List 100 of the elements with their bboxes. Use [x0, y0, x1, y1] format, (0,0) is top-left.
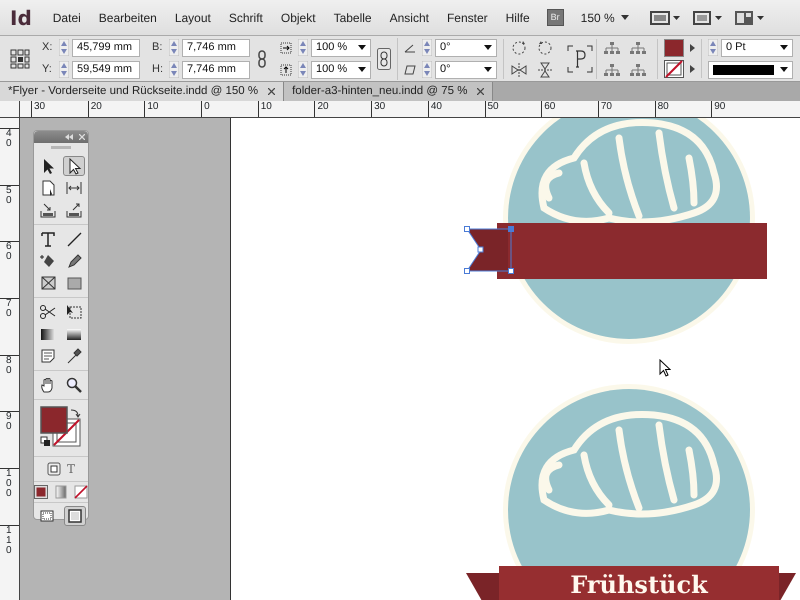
screen-mode-icon[interactable] — [650, 10, 670, 26]
view-mode-button[interactable] — [64, 506, 86, 526]
spin-buttons[interactable] — [169, 39, 179, 56]
spin-buttons[interactable] — [59, 61, 69, 78]
menu-item[interactable]: Fenster — [438, 8, 497, 26]
dropdown-field[interactable]: 100 % — [311, 60, 371, 78]
eyedropper-tool-icon — [65, 347, 83, 365]
ruler-label: 30 — [374, 101, 386, 112]
reference-point-icon[interactable] — [10, 48, 30, 68]
angle-icon — [404, 43, 416, 54]
ruler-label: 10 — [147, 101, 158, 112]
shear-icon — [404, 65, 416, 76]
menu-item[interactable]: Hilfe — [496, 8, 539, 26]
app-logo: Id — [9, 4, 33, 32]
caret-icon[interactable] — [358, 45, 366, 50]
caret-icon — [620, 15, 629, 20]
ruler-label: 90 — [6, 412, 13, 432]
tool-button[interactable] — [63, 156, 85, 176]
input-field[interactable]: 45,799 mm — [72, 38, 140, 56]
dropdown-field[interactable]: 0° — [435, 60, 497, 78]
ruler-label: 100 — [6, 469, 13, 500]
menu-item[interactable]: Objekt — [272, 8, 325, 26]
dropdown-field[interactable]: 0 Pt — [721, 38, 793, 56]
ruler-label: 80 — [6, 356, 13, 376]
input-field[interactable]: 59,549 mm — [72, 60, 140, 78]
free-transform-tool-icon — [65, 303, 83, 321]
bridge-button[interactable]: Br — [546, 8, 564, 26]
scissors-tool-icon — [39, 303, 57, 321]
spin-buttons[interactable] — [422, 61, 432, 78]
menu-item[interactable]: Bearbeiten — [90, 8, 166, 26]
apply-gradient-button[interactable] — [54, 485, 68, 499]
menu-item[interactable]: Datei — [44, 8, 90, 26]
close-icon[interactable] — [268, 88, 276, 95]
caret-icon[interactable] — [358, 67, 366, 72]
spin-buttons[interactable] — [422, 39, 432, 56]
ruler-label: 80 — [658, 101, 669, 112]
ruler-label: 10 — [260, 101, 272, 112]
document-tab[interactable]: folder-a3-hinten_neu.indd @ 75 % — [284, 82, 494, 101]
ruler-label: 70 — [600, 101, 612, 112]
flip-horizontal-icon[interactable] — [510, 60, 528, 78]
spin-buttons[interactable] — [708, 39, 718, 56]
caret-icon[interactable] — [780, 45, 788, 50]
line-tool-icon — [65, 230, 83, 248]
zoom-dropdown[interactable]: 150 % — [572, 8, 638, 26]
caret-icon[interactable] — [484, 67, 492, 72]
caret-icon[interactable] — [484, 45, 492, 50]
ruler-label: 30 — [34, 101, 46, 112]
dropdown-field[interactable]: 0° — [435, 38, 497, 56]
stroke-type-dropdown[interactable] — [708, 60, 793, 78]
rotate-clockwise-icon[interactable] — [510, 38, 528, 56]
dropdown-field[interactable]: 100 % — [311, 38, 371, 56]
rotate-counterclockwise-icon[interactable] — [536, 38, 554, 56]
ruler-label: 110 — [6, 526, 13, 556]
ruler-label: 40 — [430, 101, 442, 112]
cursor-icon — [659, 358, 671, 377]
selection-frame[interactable] — [464, 226, 514, 274]
view-options-icon[interactable] — [692, 10, 712, 26]
apply-none-button[interactable] — [74, 485, 88, 499]
constrain-proportions-button[interactable] — [377, 48, 391, 70]
document-tab[interactable]: *Flyer - Vorderseite und Rückseite.indd @ 150 % — [0, 82, 284, 101]
formatting-text-button[interactable]: T — [66, 460, 75, 478]
spin-buttons[interactable] — [298, 61, 308, 78]
preview-view-icon — [66, 507, 84, 525]
reference-point-p-icon[interactable] — [567, 44, 593, 72]
input-field[interactable]: 7,746 mm — [182, 38, 250, 56]
apply-color-button[interactable] — [34, 485, 48, 499]
caret-right-icon[interactable] — [690, 65, 695, 73]
fill-swatch[interactable] — [664, 39, 684, 57]
menu-item[interactable]: Tabelle — [324, 8, 381, 26]
spin-buttons[interactable] — [298, 39, 308, 56]
arrange-documents-icon[interactable] — [734, 10, 754, 26]
content-placer-icon — [65, 201, 83, 219]
close-icon[interactable] — [477, 88, 484, 95]
caret-icon — [672, 16, 680, 20]
grip-icon — [51, 146, 71, 149]
input-field[interactable]: 7,746 mm — [182, 60, 250, 78]
field-label: H: — [152, 62, 164, 78]
field-label: Y: — [42, 62, 53, 78]
ruler-label: 40 — [6, 129, 13, 149]
stroke-none-swatch[interactable] — [664, 60, 684, 78]
field-label: X: — [42, 40, 54, 56]
rectangle-frame-tool-icon — [39, 274, 57, 292]
menu-item[interactable]: Schrift — [220, 8, 272, 26]
ruler-label: 0 — [204, 101, 210, 112]
chain-link-icon[interactable] — [256, 50, 268, 68]
caret-icon[interactable] — [780, 67, 788, 72]
spin-buttons[interactable] — [169, 61, 179, 78]
caret-right-icon[interactable] — [690, 44, 695, 52]
scale-y-icon — [280, 64, 292, 76]
menu-item[interactable]: Layout — [166, 8, 220, 26]
flip-vertical-icon[interactable] — [536, 60, 554, 78]
ruler-label: 60 — [6, 242, 13, 262]
content-collector-icon — [39, 201, 57, 219]
ruler-label: 50 — [488, 101, 499, 112]
formatting-container-icon[interactable] — [46, 462, 61, 476]
spin-buttons[interactable] — [59, 39, 69, 56]
collapse-icon[interactable] — [65, 134, 73, 140]
ruler-label: 70 — [6, 299, 13, 320]
menu-item[interactable]: Ansicht — [380, 8, 438, 26]
banner-title: Frühstück — [570, 569, 708, 600]
